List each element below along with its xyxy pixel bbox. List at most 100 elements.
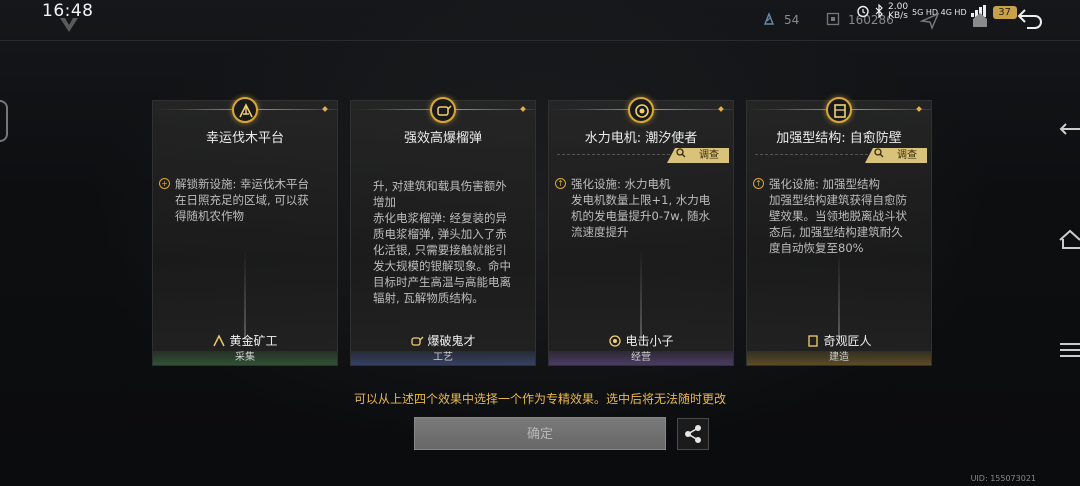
desc-line: 得随机农作物	[175, 209, 244, 223]
resource-crystal-value: 54	[784, 13, 800, 27]
light-beam	[838, 249, 840, 339]
nav-back-button[interactable]	[1058, 118, 1080, 142]
alarm-icon	[856, 4, 870, 21]
desc-line: 化活银, 只需要接触就能引	[373, 243, 507, 257]
magnifier-icon	[874, 148, 884, 163]
shield-wall-icon	[806, 334, 820, 348]
desc-line: 壁效果。当领地脱离战斗状	[769, 209, 907, 223]
specialization-card-3[interactable]: 水力电机: 潮汐使者 调查 ↑ 强化设施: 水力电机 发电机数量上限+1, 水力…	[548, 97, 734, 366]
card-top-line	[577, 109, 733, 110]
desc-line: 升, 对建筑和载具伤害额外	[373, 179, 507, 193]
character-label: 奇观匠人	[747, 332, 931, 349]
specialization-card-1[interactable]: 幸运伐木平台 + 解锁新设施: 幸运伐木平台 在日照充足的区域, 可以获 得随机…	[152, 97, 338, 366]
specialization-cards: 幸运伐木平台 + 解锁新设施: 幸运伐木平台 在日照充足的区域, 可以获 得随机…	[152, 97, 934, 368]
card-top-dot	[520, 106, 526, 112]
card-title: 强效高爆榴弹	[403, 131, 482, 146]
magnifier-icon	[676, 148, 686, 163]
character-name: 爆破鬼才	[427, 334, 476, 348]
character-name: 电击小子	[625, 334, 674, 348]
card-description: 强化设施: 加强型结构 加强型结构建筑获得自愈防 壁效果。当领地脱离战斗状 态后…	[769, 176, 919, 256]
card-top-line	[775, 109, 931, 110]
coin-icon	[608, 334, 622, 348]
specialization-card-2[interactable]: 强效高爆榴弹 升, 对建筑和载具伤害额外 增加 赤化电浆榴弹: 经复装的异 质电…	[350, 97, 536, 366]
nav-menu-button[interactable]	[1060, 340, 1080, 360]
card-description: 升, 对建筑和载具伤害额外 增加 赤化电浆榴弹: 经复装的异 质电浆榴弹, 弹头…	[373, 178, 523, 306]
crane-icon	[232, 97, 258, 123]
resource-crystal: 54	[762, 12, 799, 27]
nav-back-icon	[1059, 123, 1080, 135]
desc-line: 发电机数量上限+1, 水力电	[571, 193, 711, 207]
desc-line: 加强型结构建筑获得自愈防	[769, 193, 907, 207]
card-top-dot	[718, 106, 724, 112]
upgrade-arrow-icon: ↑	[555, 178, 566, 189]
crystal-icon	[762, 12, 776, 26]
desc-line: 强化设施: 加强型结构	[769, 177, 881, 191]
net-speed: 2.00 KB/s	[888, 3, 908, 21]
nav-home-button[interactable]	[1058, 228, 1080, 252]
grenade-icon	[410, 334, 424, 348]
card-top-dot	[322, 106, 328, 112]
character-label: 爆破鬼才	[351, 332, 535, 349]
nav-menu-icon	[1060, 343, 1080, 357]
card-description: 强化设施: 水力电机 发电机数量上限+1, 水力电 机的发电量提升0-7w, 随…	[571, 176, 721, 240]
investigate-button[interactable]: 调查	[667, 148, 729, 163]
net-speed-unit: KB/s	[888, 11, 908, 21]
home-mini-icon[interactable]	[970, 10, 990, 30]
desc-line: 发大规模的银解现象。命中	[373, 259, 511, 273]
desc-line: 解锁新设施: 幸运伐木平台	[175, 177, 310, 191]
category-bar: 建造	[747, 351, 931, 365]
user-id: UID: 155073021	[970, 474, 1036, 483]
back-button[interactable]	[1014, 6, 1046, 34]
card-title: 水力电机: 潮汐使者	[584, 131, 698, 146]
investigate-label: 调查	[699, 150, 719, 161]
upgrade-arrow-icon: ↑	[753, 178, 764, 189]
specialization-card-4[interactable]: 加强型结构: 自愈防壁 调查 ↑ 强化设施: 加强型结构 加强型结构建筑获得自愈…	[746, 97, 932, 366]
grenade-icon	[430, 97, 456, 123]
desc-line: 辐射, 瓦解物质结构。	[373, 291, 484, 305]
battery-indicator: 37	[992, 5, 1017, 19]
desc-line: 增加	[373, 195, 396, 209]
light-beam	[244, 249, 246, 339]
character-label: 黄金矿工	[153, 332, 337, 349]
side-panel-handle[interactable]	[0, 100, 8, 142]
back-arrow-icon	[1017, 9, 1042, 29]
desc-line: 目标时产生高温与高能电离	[373, 275, 511, 289]
card-top-line	[379, 109, 535, 110]
desc-line: 强化设施: 水力电机	[571, 177, 671, 191]
crane-icon	[212, 334, 226, 348]
nav-home-icon	[1059, 229, 1080, 249]
character-label: 电击小子	[549, 332, 733, 349]
character-name: 奇观匠人	[823, 334, 872, 348]
card-title: 加强型结构: 自愈防壁	[776, 131, 902, 146]
card-top-line	[181, 109, 337, 110]
card-description: 解锁新设施: 幸运伐木平台 在日照充足的区域, 可以获 得随机农作物	[175, 176, 325, 224]
bluetooth-icon	[874, 3, 884, 21]
shield-wall-icon	[826, 97, 852, 123]
desc-line: 度自动恢复至80%	[769, 241, 864, 255]
desc-line: 机的发电量提升0-7w, 随水	[571, 209, 710, 223]
card-title: 幸运伐木平台	[205, 131, 284, 146]
desc-line: 质电浆榴弹, 弹头加入了赤	[373, 227, 507, 241]
character-name: 黄金矿工	[229, 334, 278, 348]
header-divider	[0, 40, 1080, 41]
selection-hint: 可以从上述四个效果中选择一个作为专精效果。选中后将无法随时更改	[353, 392, 726, 406]
category-bar: 工艺	[351, 351, 535, 365]
desc-line: 流速度提升	[571, 225, 629, 239]
game-logo-icon	[58, 16, 80, 34]
share-button[interactable]	[677, 418, 709, 450]
desc-line: 在日照充足的区域, 可以获	[175, 193, 309, 207]
investigate-label: 调查	[897, 150, 917, 161]
confirm-button[interactable]: 确定	[414, 417, 666, 450]
desc-line: 态后, 加强型结构建筑耐久	[769, 225, 903, 239]
coin-icon	[628, 97, 654, 123]
desc-line: 赤化电浆榴弹: 经复装的异	[373, 211, 508, 225]
investigate-button[interactable]: 调查	[865, 148, 927, 163]
compass-icon[interactable]	[919, 12, 940, 30]
category-bar: 经营	[549, 351, 733, 365]
light-beam	[640, 249, 642, 339]
box-icon	[826, 12, 840, 26]
category-bar: 采集	[153, 351, 337, 365]
unlock-plus-icon: +	[159, 178, 170, 189]
card-top-dot	[916, 106, 922, 112]
share-icon	[685, 425, 701, 443]
